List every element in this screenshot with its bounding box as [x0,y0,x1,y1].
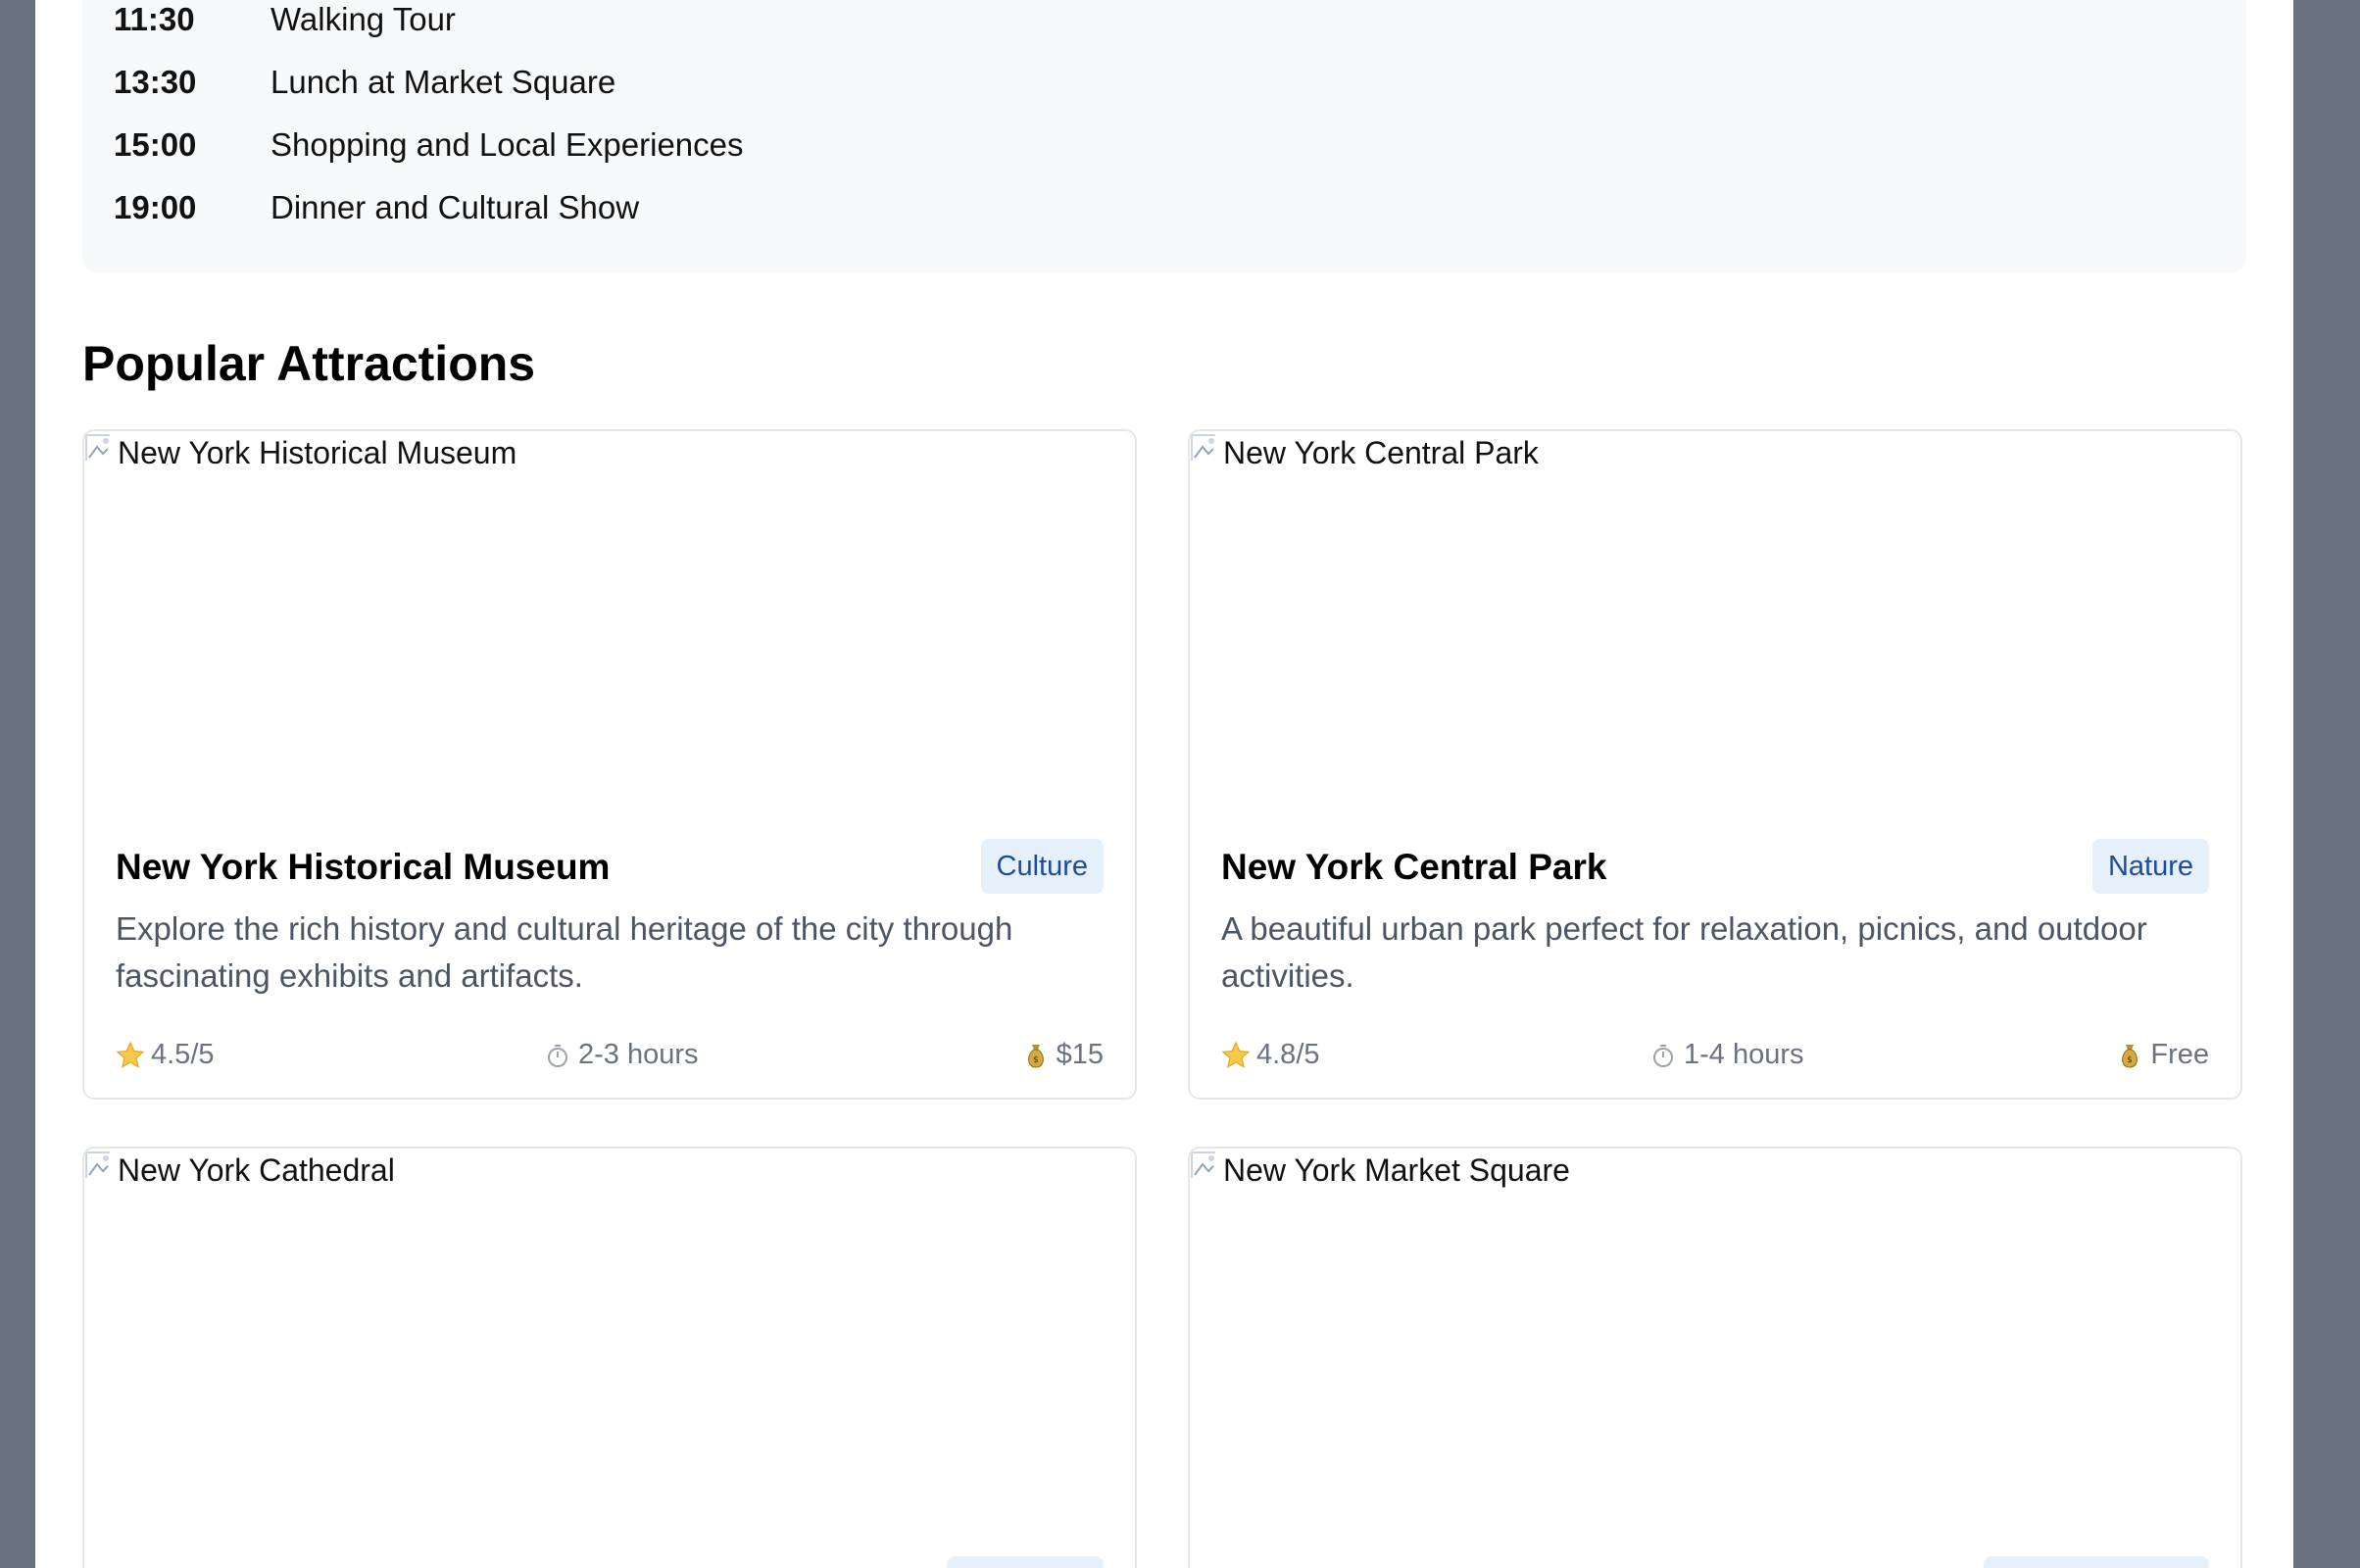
attraction-name[interactable]: New York Historical Museum [116,847,610,888]
image-alt-text: New York Historical Museum [118,435,517,470]
attraction-image: New York Historical Museum [84,431,1135,804]
stopwatch-icon [1648,1041,1678,1070]
category-badge [1984,1556,2209,1568]
attraction-meta: 4.8/5 1-4 hours $ Free [1221,1039,2209,1078]
schedule-activity: Walking Tour [270,1,456,37]
travel-guide-page: 11:30 Walking Tour 13:30 Lunch at Market… [35,0,2293,1568]
category-badge: Nature [2091,839,2209,894]
schedule-time: 15:00 [114,126,197,163]
money-bag-icon: $ [1021,1041,1051,1070]
image-alt-text: New York Market Square [1223,1152,1570,1188]
schedule-activity: Dinner and Cultural Show [270,189,640,225]
stopwatch-icon [543,1041,572,1070]
rating-value: 4.5/5 [151,1039,215,1070]
category-badge [947,1556,1104,1568]
broken-image-icon [84,1149,118,1182]
schedule-activity: Shopping and Local Experiences [270,126,744,163]
broken-image-icon [84,431,118,465]
attraction-card-cathedral[interactable]: New York Cathedral [82,1147,1137,1568]
star-icon [116,1041,145,1070]
duration-value: 2-3 hours [578,1039,699,1070]
image-alt-text: New York Cathedral [118,1152,395,1188]
price: $ $15 [1021,1039,1104,1071]
money-bag-icon: $ [2115,1041,2144,1070]
rating-value: 4.8/5 [1256,1039,1320,1070]
attraction-card-central-park[interactable]: New York Central Park New York Central P… [1188,429,2242,1100]
rating: 4.8/5 [1221,1039,1320,1071]
attraction-meta: 4.5/5 2-3 hours $ $15 [116,1039,1104,1078]
attraction-name[interactable]: New York Central Park [1221,847,1606,888]
star-icon [1221,1041,1251,1070]
popular-attractions-heading: Popular Attractions [82,336,536,391]
price-value: $15 [1056,1039,1104,1070]
attraction-card-historical-museum[interactable]: New York Historical Museum New York Hist… [82,429,1137,1100]
duration: 1-4 hours [1648,1039,1804,1071]
attraction-image: New York Market Square [1190,1149,2240,1521]
attraction-description: Explore the rich history and cultural he… [116,910,1013,994]
price-value: Free [2150,1039,2209,1070]
broken-image-icon [1190,1149,1223,1182]
attraction-image: New York Central Park [1190,431,2240,804]
schedule-time: 11:30 [114,1,195,37]
svg-text:$: $ [2127,1055,2133,1065]
schedule-time: 13:30 [114,64,197,100]
attraction-card-market-square[interactable]: New York Market Square [1188,1147,2242,1568]
attraction-description: A beautiful urban park perfect for relax… [1221,910,2147,994]
category-badge: Culture [980,839,1104,894]
schedule-activity: Lunch at Market Square [270,64,616,100]
daily-schedule-panel: 11:30 Walking Tour 13:30 Lunch at Market… [82,0,2246,272]
image-alt-text: New York Central Park [1223,435,1539,470]
schedule-time: 19:00 [114,189,197,225]
broken-image-icon [1190,431,1223,465]
svg-text:$: $ [1033,1055,1039,1065]
duration-value: 1-4 hours [1684,1039,1804,1070]
attraction-image: New York Cathedral [84,1149,1135,1521]
price: $ Free [2115,1039,2209,1071]
rating: 4.5/5 [116,1039,215,1071]
duration: 2-3 hours [543,1039,699,1071]
